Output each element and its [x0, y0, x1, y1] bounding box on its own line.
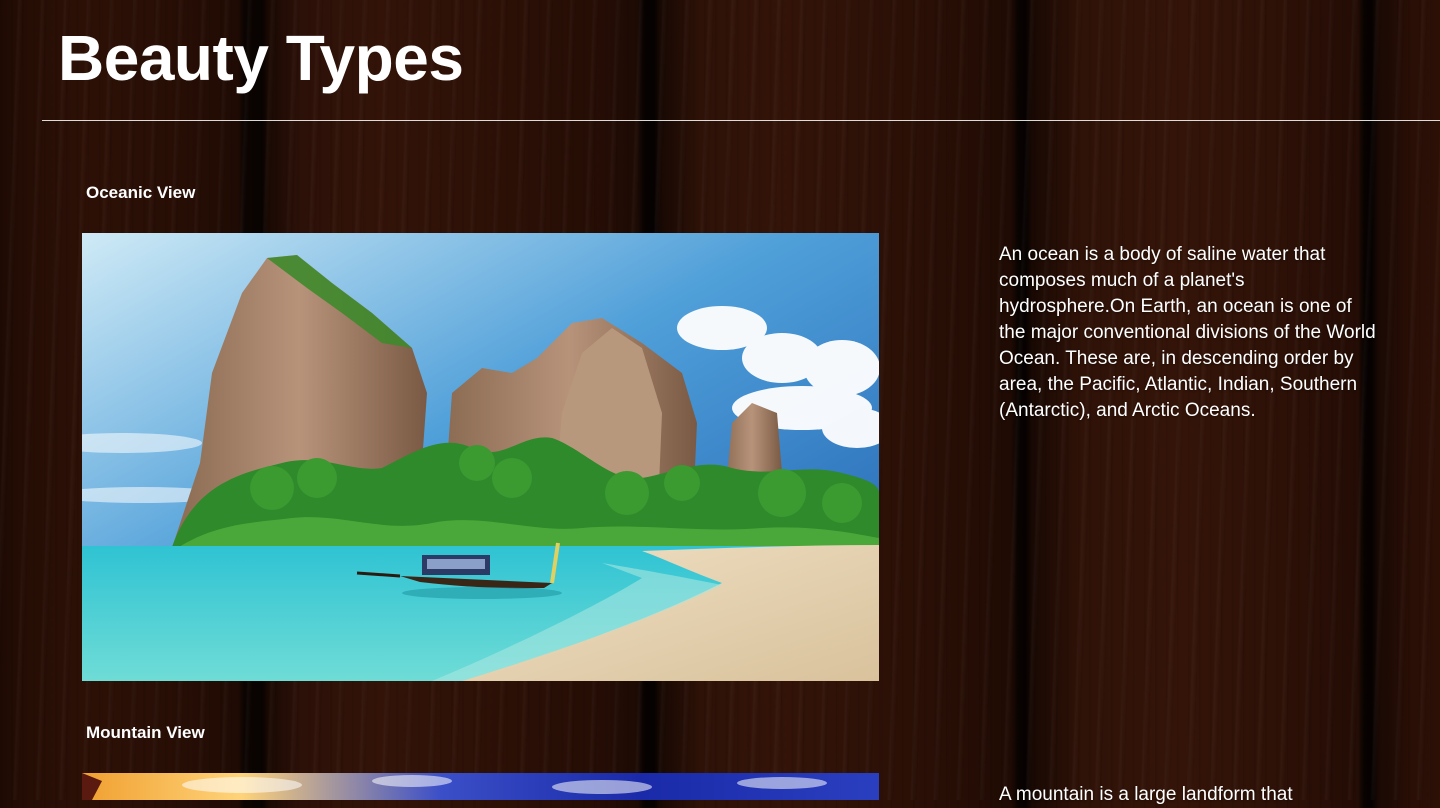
- header-divider: [42, 120, 1440, 121]
- mountain-sunset-image: [82, 773, 879, 800]
- tropical-beach-image: [82, 233, 879, 681]
- mountain-image: [82, 773, 879, 800]
- page-title: Beauty Types: [58, 22, 464, 94]
- section-description: An ocean is a body of saline water that …: [999, 244, 1376, 421]
- oceanic-image: [82, 233, 879, 681]
- section-description: A mountain is a large landform that: [999, 784, 1293, 805]
- section-title: Oceanic View: [86, 183, 196, 202]
- section-title: Mountain View: [86, 723, 205, 742]
